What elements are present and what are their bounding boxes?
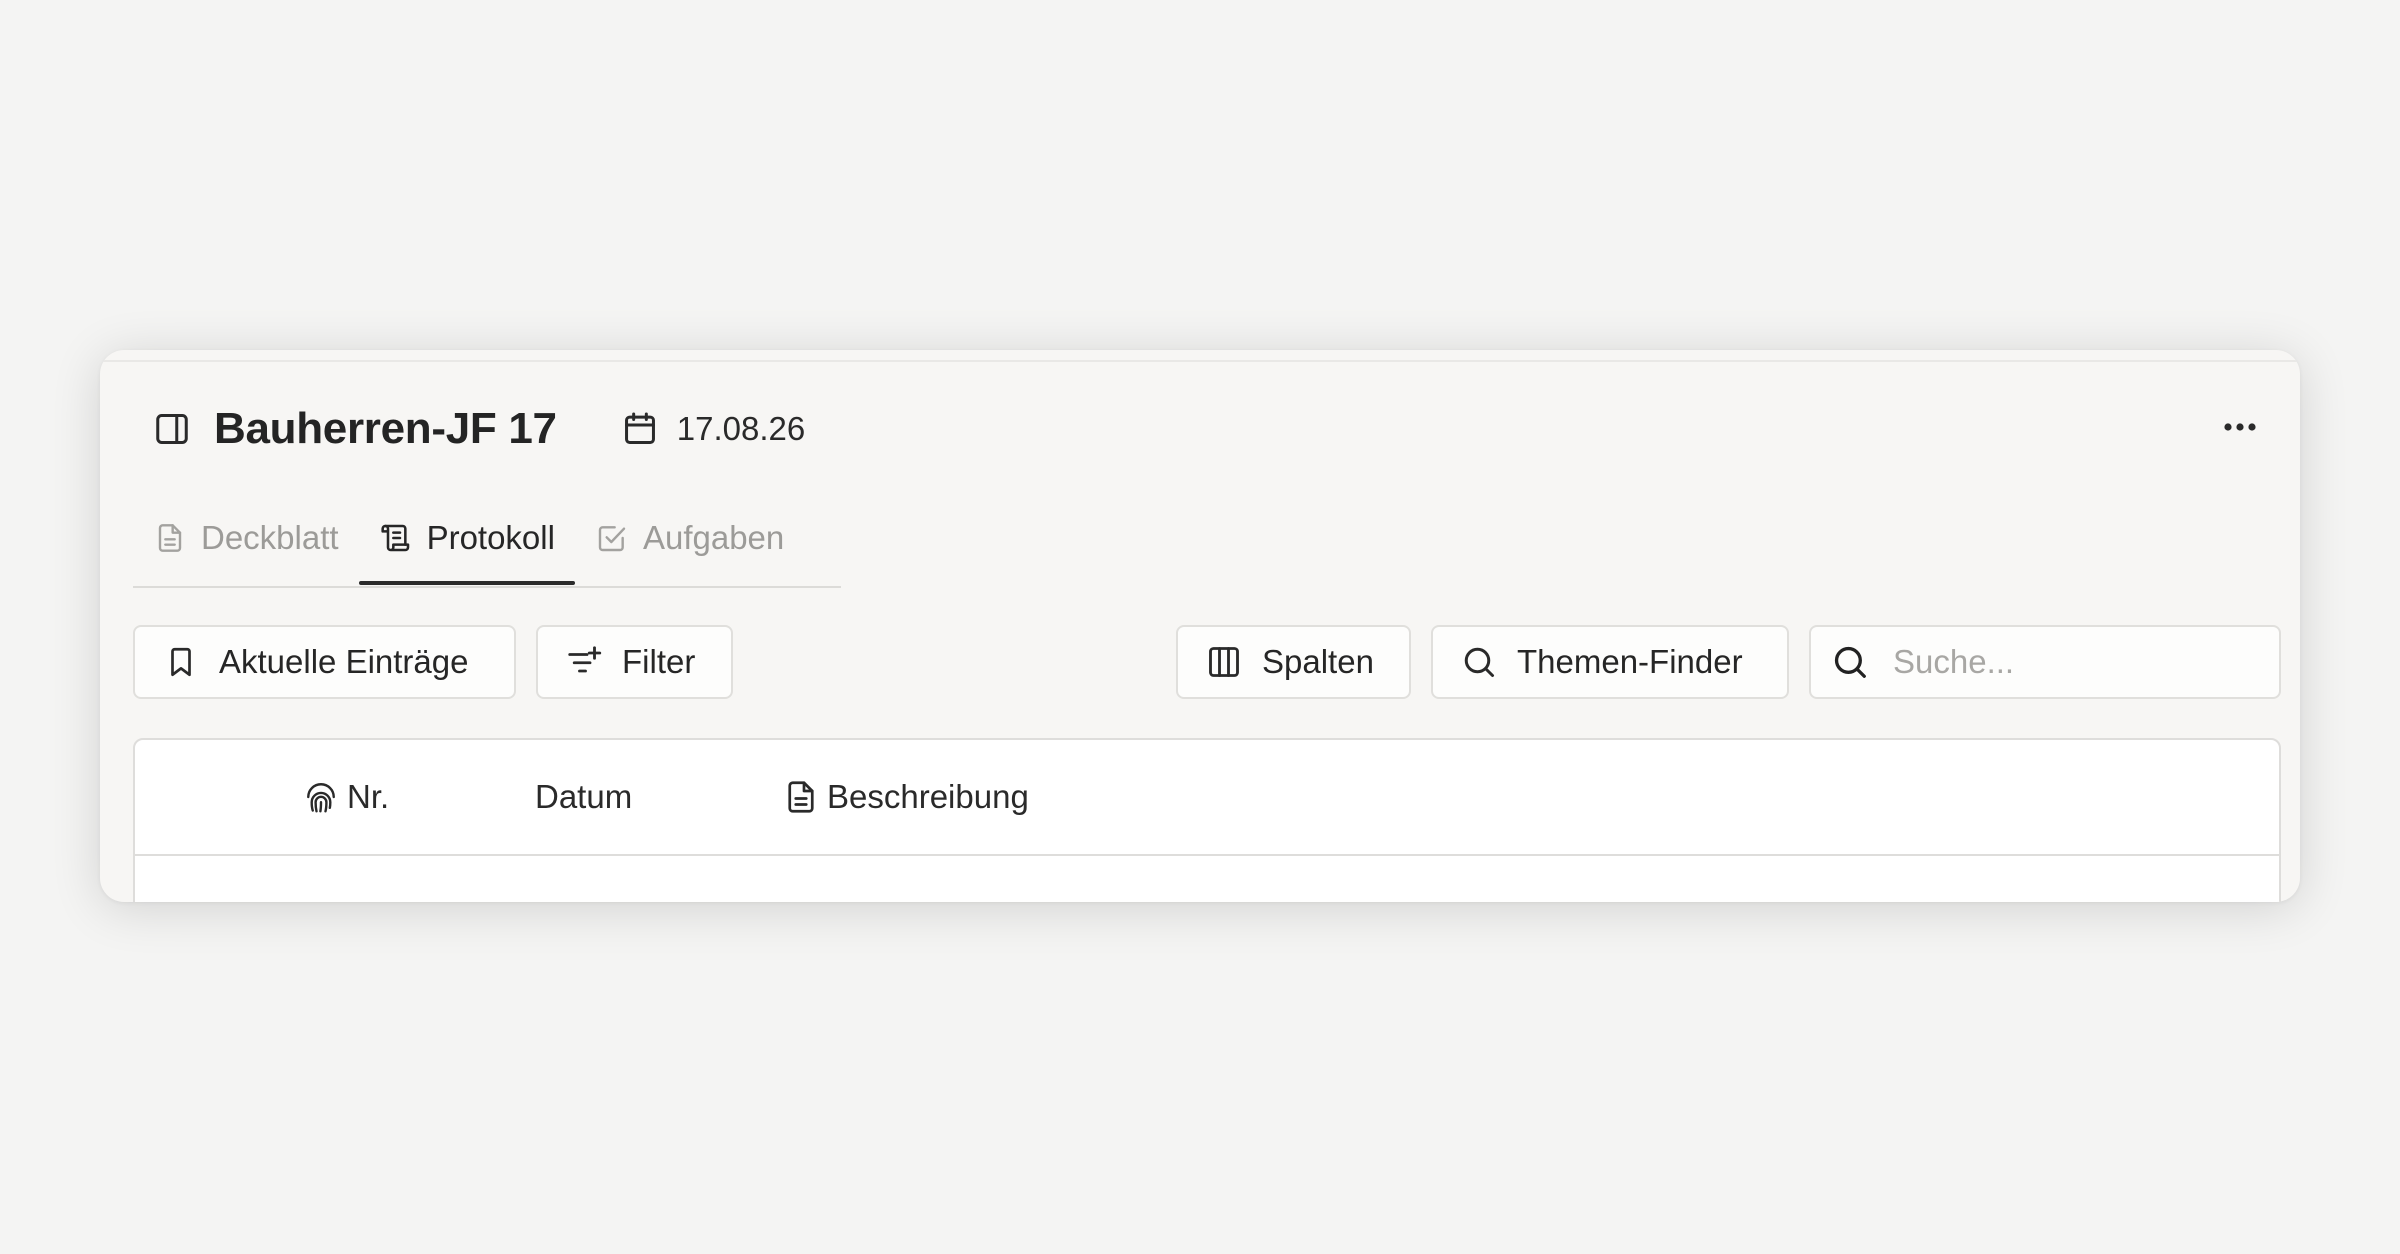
panel-left-icon[interactable] — [152, 409, 192, 449]
calendar-icon — [621, 410, 659, 448]
tab-deckblatt[interactable]: Deckblatt — [133, 495, 359, 581]
column-header-beschreibung[interactable]: Beschreibung — [783, 740, 1029, 854]
meeting-date[interactable]: 17.08.26 — [621, 410, 805, 448]
tab-label: Protokoll — [426, 519, 555, 556]
more-horizontal-icon — [2223, 422, 2257, 432]
tab-protokoll[interactable]: Protokoll — [358, 495, 576, 585]
column-header-nr[interactable]: Nr. — [303, 740, 389, 854]
tab-label: Deckblatt — [201, 519, 339, 556]
table-header: Nr. Datum Beschreibung — [135, 740, 2279, 856]
screen: Bauherren-JF 17 17.08.26 Deckblatt Proto… — [0, 0, 2400, 1254]
current-entries-label: Aktuelle Einträge — [219, 643, 469, 680]
filter-button[interactable]: Filter — [536, 625, 733, 699]
more-options-button[interactable] — [2210, 402, 2270, 452]
bookmark-icon — [163, 644, 199, 680]
topic-finder-label: Themen-Finder — [1517, 643, 1743, 680]
columns-label: Spalten — [1262, 643, 1374, 680]
file-text-icon — [783, 779, 819, 815]
columns-button[interactable]: Spalten — [1176, 625, 1411, 699]
tab-aufgaben[interactable]: Aufgaben — [575, 495, 804, 581]
tab-bar: Deckblatt Protokoll Aufgaben — [133, 495, 841, 588]
filter-label: Filter — [622, 643, 696, 680]
column-label: Nr. — [347, 778, 390, 815]
fingerprint-icon — [303, 779, 339, 815]
search-icon — [1831, 643, 1869, 681]
meeting-card: Bauherren-JF 17 17.08.26 Deckblatt Proto… — [100, 350, 2300, 902]
check-square-icon — [595, 521, 629, 555]
page-title: Bauherren-JF 17 — [214, 404, 557, 453]
search-input[interactable] — [1891, 642, 2255, 682]
search-box[interactable] — [1809, 625, 2281, 699]
topic-finder-button[interactable]: Themen-Finder — [1431, 625, 1789, 699]
column-label: Beschreibung — [827, 778, 1029, 815]
column-label: Datum — [535, 778, 633, 815]
columns-icon — [1206, 644, 1242, 680]
document-icon — [153, 521, 187, 555]
current-entries-button[interactable]: Aktuelle Einträge — [133, 625, 516, 699]
card-divider — [100, 360, 2300, 362]
filter-plus-icon — [566, 644, 602, 680]
scroll-icon — [379, 521, 413, 555]
column-header-datum[interactable]: Datum — [535, 740, 632, 854]
search-icon — [1461, 644, 1497, 680]
date-value: 17.08.26 — [676, 410, 806, 447]
card-header: Bauherren-JF 17 17.08.26 — [152, 400, 805, 458]
tab-label: Aufgaben — [642, 519, 785, 556]
protocol-table: Nr. Datum Beschreibung — [133, 738, 2281, 902]
